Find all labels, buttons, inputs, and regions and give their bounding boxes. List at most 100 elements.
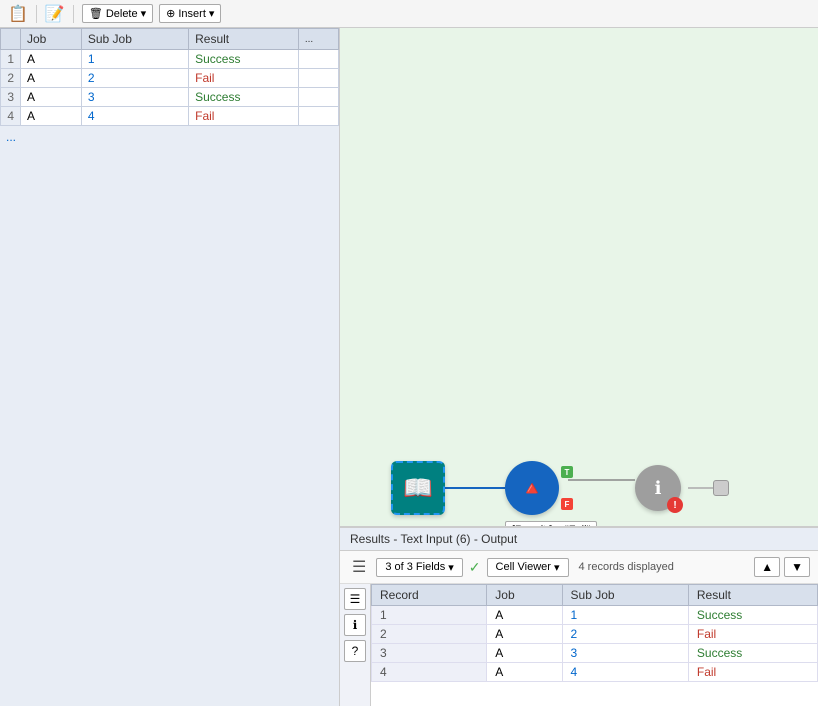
delete-label: Delete [106,8,138,20]
rcol-job: Job [487,585,562,606]
row2-subjob[interactable]: 2 [81,69,188,88]
row-num-2: 2 [1,69,21,88]
rrow3-result: Success [688,644,817,663]
row2-job: A [21,69,82,88]
results-header: Results - Text Input (6) - Output [340,528,818,551]
row4-more [298,107,338,126]
false-connector[interactable]: F [561,498,573,510]
row2-result: Fail [189,69,299,88]
rrow2-record: 2 [372,625,487,644]
result-row: 3 A 3 Success [372,644,818,663]
table-view-icon[interactable]: ☰ [344,588,366,610]
row3-more [298,88,338,107]
rrow1-record: 1 [372,606,487,625]
row-num-1: 1 [1,50,21,69]
paste-icon: 📝 [45,4,65,24]
fields-selector[interactable]: 3 of 3 Fields ▾ [376,558,462,577]
error-badge: ! [667,497,683,513]
rrow2-job: A [487,625,562,644]
rrow2-subjob[interactable]: 2 [562,625,688,644]
connector-svg [340,28,818,526]
rcol-subjob: Sub Job [562,585,688,606]
results-panel: Results - Text Input (6) - Output ☰ 3 of… [340,526,818,706]
true-connector[interactable]: T [561,466,573,478]
rcol-result: Result [688,585,817,606]
col-job: Job [21,29,82,50]
fields-dropdown-icon: ▾ [448,561,454,574]
rcol-record: Record [372,585,487,606]
rrow2-result: Fail [688,625,817,644]
insert-icon: ⊕ [166,7,175,20]
anchor[interactable] [713,480,729,496]
records-count: 4 records displayed [579,561,674,573]
result-row: 4 A 4 Fail [372,663,818,682]
right-panel: 📖 🔺 T F [Result ] = "Fail" ℹ ! [340,28,818,706]
book-node[interactable]: 📖 [391,461,445,515]
rrow1-result: Success [688,606,817,625]
left-panel: Job Sub Job Result ... 1 A 1 Success 2 A [0,28,340,706]
cell-viewer-selector[interactable]: Cell Viewer ▾ [487,558,569,577]
results-title: Results - Text Input (6) - Output [350,532,517,546]
row3-job: A [21,88,82,107]
table-row: 2 A 2 Fail [1,69,339,88]
row1-subjob[interactable]: 1 [81,50,188,69]
main-area: Job Sub Job Result ... 1 A 1 Success 2 A [0,28,818,706]
separator1 [36,5,37,23]
col-rownum [1,29,21,50]
rrow1-job: A [487,606,562,625]
row4-job: A [21,107,82,126]
row4-result: Fail [189,107,299,126]
viewer-dropdown-icon: ▾ [554,561,560,574]
row-num-4: 4 [1,107,21,126]
help-icon[interactable]: ? [344,640,366,662]
row2-more [298,69,338,88]
separator2 [73,5,74,23]
filter-label: [Result ] = "Fail" [505,521,597,526]
row3-result: Success [189,88,299,107]
viewer-label: Cell Viewer [496,561,551,573]
nav-down-button[interactable]: ▼ [784,557,810,577]
delete-icon: 🗑 [89,7,103,20]
checkmark-icon[interactable]: ✓ [469,559,481,576]
rrow3-record: 3 [372,644,487,663]
insert-dropdown-icon: ▾ [209,7,215,20]
results-table: Record Job Sub Job Result 1 A 1 [371,584,818,682]
table-row: 3 A 3 Success [1,88,339,107]
info-icon[interactable]: ℹ [344,614,366,636]
table-row: 1 A 1 Success [1,50,339,69]
delete-dropdown-icon: ▾ [141,7,147,20]
rrow3-subjob[interactable]: 3 [562,644,688,663]
rrow4-record: 4 [372,663,487,682]
rrow4-job: A [487,663,562,682]
nav-up-button[interactable]: ▲ [754,557,780,577]
col-subjob: Sub Job [81,29,188,50]
results-body: ☰ ℹ ? Record Job Sub Job Result [340,584,818,706]
rrow4-subjob[interactable]: 4 [562,663,688,682]
fields-label: 3 of 3 Fields [385,561,445,573]
grid-icon[interactable]: ☰ [348,555,370,579]
anchor-node[interactable] [713,480,729,496]
result-row: 2 A 2 Fail [372,625,818,644]
copy-icon: 📋 [8,4,28,24]
col-more: ... [298,29,338,50]
results-toolbar: ☰ 3 of 3 Fields ▾ ✓ Cell Viewer ▾ 4 reco… [340,551,818,584]
row1-job: A [21,50,82,69]
table-row: 4 A 4 Fail [1,107,339,126]
info-node[interactable]: ℹ ! [635,465,681,511]
row1-more [298,50,338,69]
filter-node[interactable]: 🔺 T F [505,461,559,515]
row3-subjob[interactable]: 3 [81,88,188,107]
left-icons: ☰ ℹ ? [340,584,371,706]
data-table: Job Sub Job Result ... 1 A 1 Success 2 A [0,28,339,126]
canvas-area[interactable]: 📖 🔺 T F [Result ] = "Fail" ℹ ! [340,28,818,526]
row4-subjob[interactable]: 4 [81,107,188,126]
delete-button[interactable]: 🗑 Delete ▾ [82,4,153,23]
insert-button[interactable]: ⊕ Insert ▾ [159,4,221,23]
rrow1-subjob[interactable]: 1 [562,606,688,625]
result-row: 1 A 1 Success [372,606,818,625]
rrow4-result: Fail [688,663,817,682]
results-scroll[interactable]: Record Job Sub Job Result 1 A 1 [371,584,818,706]
rrow3-job: A [487,644,562,663]
top-toolbar: 📋 📝 🗑 Delete ▾ ⊕ Insert ▾ [0,0,818,28]
more-rows: ... [0,126,339,148]
